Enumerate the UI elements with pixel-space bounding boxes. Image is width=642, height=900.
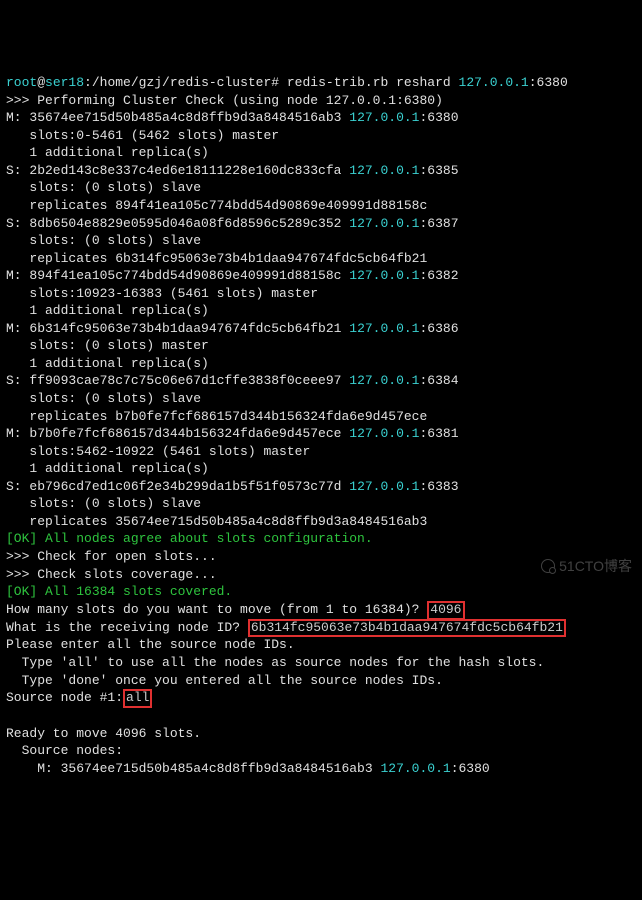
node-slots-6: slots:5462-10922 (5461 slots) master (6, 443, 636, 461)
input-slot-count[interactable]: 4096 (427, 601, 464, 620)
node-header-1: S: 2b2ed143c8e337c4ed6e18111228e160dc833… (6, 162, 636, 180)
node-slots-1: slots: (0 slots) slave (6, 179, 636, 197)
node-slots-7: slots: (0 slots) slave (6, 495, 636, 513)
node-header-4: M: 6b314fc95063e73b4b1daa947674fdc5cb64f… (6, 320, 636, 338)
ok-slots-config: [OK] All nodes agree about slots configu… (6, 530, 636, 548)
source-intro: Please enter all the source node IDs. (6, 636, 636, 654)
shell-prompt: root@ser18:/home/gzj/redis-cluster# redi… (6, 74, 636, 92)
node-header-6: M: b7b0fe7fcf686157d344b156324fda6e9d457… (6, 425, 636, 443)
node-extra-1: replicates 894f41ea105c774bdd54d90869e40… (6, 197, 636, 215)
node-slots-3: slots:10923-16383 (5461 slots) master (6, 285, 636, 303)
node-extra-7: replicates 35674ee715d50b485a4c8d8ffb9d3… (6, 513, 636, 531)
node-header-7: S: eb796cd7ed1c06f2e34b299da1b5f51f0573c… (6, 478, 636, 496)
source-hint-done: Type 'done' once you entered all the sou… (6, 672, 636, 690)
ready-to-move: Ready to move 4096 slots. (6, 725, 636, 743)
cluster-check-header: >>> Performing Cluster Check (using node… (6, 92, 636, 110)
prompt-source-node-1: Source node #1:all (6, 689, 636, 707)
node-slots-4: slots: (0 slots) master (6, 337, 636, 355)
node-extra-6: 1 additional replica(s) (6, 460, 636, 478)
check-open-slots: >>> Check for open slots... (6, 548, 636, 566)
ok-slots-covered: [OK] All 16384 slots covered. (6, 583, 636, 601)
terminal-output[interactable]: root@ser18:/home/gzj/redis-cluster# redi… (6, 74, 636, 777)
node-slots-5: slots: (0 slots) slave (6, 390, 636, 408)
node-header-3: M: 894f41ea105c774bdd54d90869e409991d881… (6, 267, 636, 285)
prompt-receiving-node: What is the receiving node ID? 6b314fc95… (6, 619, 636, 637)
node-extra-0: 1 additional replica(s) (6, 144, 636, 162)
prompt-slots-to-move: How many slots do you want to move (from… (6, 601, 636, 619)
node-header-5: S: ff9093cae78c7c75c06e67d1cffe3838f0cee… (6, 372, 636, 390)
source-nodes-header: Source nodes: (6, 742, 636, 760)
node-header-2: S: 8db6504e8829e0595d046a08f6d8596c5289c… (6, 215, 636, 233)
input-source-node[interactable]: all (123, 689, 152, 708)
node-extra-4: 1 additional replica(s) (6, 355, 636, 373)
source-node-row: M: 35674ee715d50b485a4c8d8ffb9d3a8484516… (6, 760, 636, 778)
node-extra-5: replicates b7b0fe7fcf686157d344b156324fd… (6, 408, 636, 426)
node-slots-0: slots:0-5461 (5462 slots) master (6, 127, 636, 145)
node-header-0: M: 35674ee715d50b485a4c8d8ffb9d3a8484516… (6, 109, 636, 127)
blank-line (6, 707, 636, 725)
node-extra-2: replicates 6b314fc95063e73b4b1daa947674f… (6, 250, 636, 268)
check-slots-coverage: >>> Check slots coverage... (6, 566, 636, 584)
source-hint-all: Type 'all' to use all the nodes as sourc… (6, 654, 636, 672)
input-receiving-node-id[interactable]: 6b314fc95063e73b4b1daa947674fdc5cb64fb21 (248, 619, 566, 638)
node-extra-3: 1 additional replica(s) (6, 302, 636, 320)
node-slots-2: slots: (0 slots) slave (6, 232, 636, 250)
